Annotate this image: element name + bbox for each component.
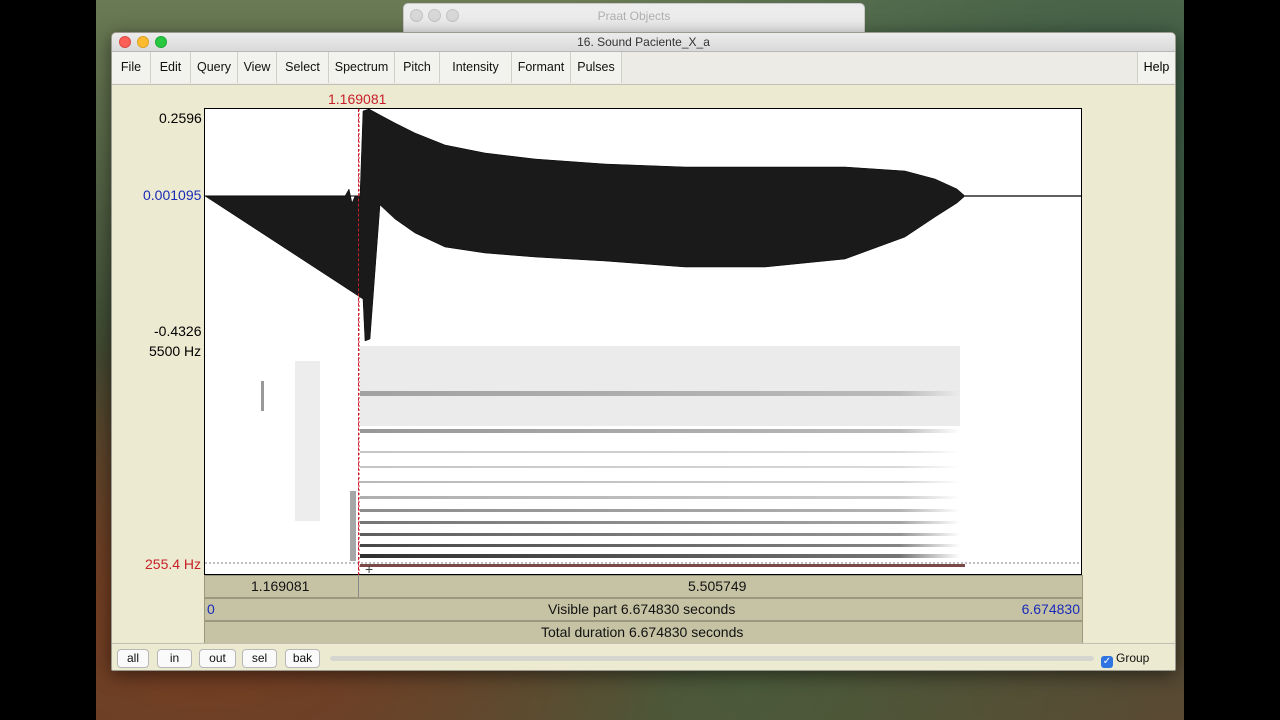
zoom-in-button[interactable]: in bbox=[157, 649, 192, 668]
menu-formant[interactable]: Formant bbox=[512, 52, 571, 83]
spectrogram-panel[interactable]: + bbox=[204, 341, 1082, 577]
waveform-max-label: 0.2596 bbox=[159, 110, 202, 126]
menu-intensity[interactable]: Intensity bbox=[440, 52, 512, 83]
menu-view[interactable]: View bbox=[238, 52, 277, 83]
left-segment-duration: 1.169081 bbox=[251, 578, 310, 594]
menu-file[interactable]: File bbox=[112, 52, 151, 83]
cursor-line bbox=[358, 109, 359, 575]
menu-bar: File Edit Query View Select Spectrum Pit… bbox=[112, 52, 1175, 85]
menu-select[interactable]: Select bbox=[277, 52, 329, 83]
menu-edit[interactable]: Edit bbox=[151, 52, 191, 83]
cursor-time-label: 1.169081 bbox=[328, 91, 387, 107]
waveform-plot bbox=[204, 108, 1081, 342]
visible-part-bar[interactable]: 0 Visible part 6.674830 seconds 6.674830 bbox=[204, 598, 1083, 621]
right-segment-duration: 5.505749 bbox=[688, 578, 747, 594]
visible-end-label: 6.674830 bbox=[1021, 601, 1080, 617]
zoom-back-button[interactable]: bak bbox=[285, 649, 320, 668]
total-duration-bar[interactable]: Total duration 6.674830 seconds bbox=[204, 621, 1083, 644]
group-label: Group bbox=[1116, 651, 1150, 665]
title-bar[interactable]: 16. Sound Paciente_X_a bbox=[112, 33, 1175, 52]
menu-pulses[interactable]: Pulses bbox=[571, 52, 622, 83]
waveform-zero-label: 0.001095 bbox=[143, 187, 202, 203]
waveform-panel[interactable] bbox=[204, 108, 1082, 342]
zoom-selection-button[interactable]: sel bbox=[242, 649, 277, 668]
menu-pitch[interactable]: Pitch bbox=[395, 52, 440, 83]
spectrogram-top-freq-label: 5500 Hz bbox=[149, 343, 202, 359]
zoom-all-button[interactable]: all bbox=[117, 649, 149, 668]
waveform-min-label: -0.4326 bbox=[154, 323, 202, 339]
menu-spectrum[interactable]: Spectrum bbox=[329, 52, 395, 83]
praat-objects-title: Praat Objects bbox=[597, 9, 671, 23]
spectrogram-cursor-freq-label: 255.4 Hz bbox=[145, 556, 202, 572]
selection-segment-bar[interactable]: 1.169081 5.505749 bbox=[204, 575, 1083, 598]
horizontal-scrollbar[interactable] bbox=[330, 656, 1094, 661]
checkmark-icon[interactable]: ✓ bbox=[1101, 656, 1113, 668]
zoom-out-button[interactable]: out bbox=[199, 649, 236, 668]
menu-help[interactable]: Help bbox=[1137, 52, 1175, 83]
praat-objects-window[interactable]: Praat Objects bbox=[403, 3, 865, 35]
segment-divider bbox=[358, 576, 359, 597]
sound-editor-window: 16. Sound Paciente_X_a File Edit Query V… bbox=[111, 32, 1176, 671]
visible-part-label: Visible part 6.674830 seconds bbox=[548, 601, 736, 617]
menu-query[interactable]: Query bbox=[191, 52, 238, 83]
spectrogram-plot bbox=[205, 341, 1081, 574]
group-toggle[interactable]: ✓ Group bbox=[1101, 651, 1149, 668]
bottom-toolbar: all in out sel bak ✓ Group bbox=[112, 643, 1175, 670]
window-title: 16. Sound Paciente_X_a bbox=[577, 35, 710, 49]
total-duration-label: Total duration 6.674830 seconds bbox=[541, 624, 744, 640]
visible-start-label: 0 bbox=[207, 601, 215, 617]
